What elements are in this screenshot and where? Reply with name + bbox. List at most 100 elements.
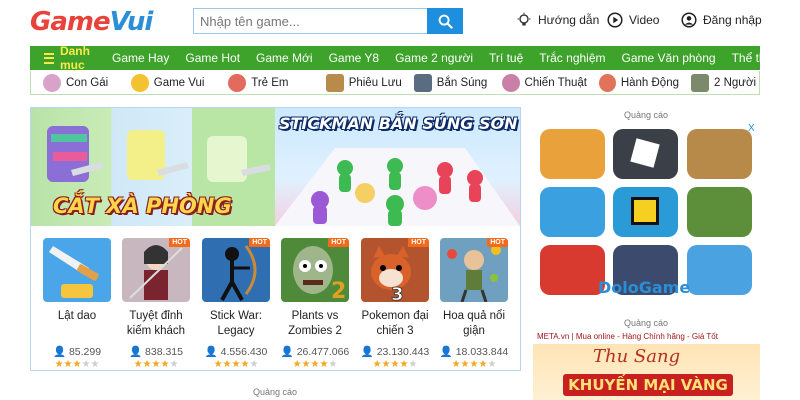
game-thumbnail: HOT 3 bbox=[361, 238, 429, 302]
minecraft-icon[interactable] bbox=[687, 187, 752, 237]
play-count-value: 85.299 bbox=[68, 346, 102, 358]
app-ad-grid[interactable] bbox=[540, 125, 760, 295]
nav-item-game-hot[interactable]: Game Hot bbox=[177, 51, 248, 65]
nav-item-game-y8[interactable]: Game Y8 bbox=[321, 51, 387, 65]
category-game-vui[interactable]: Game Vui bbox=[119, 73, 216, 92]
game-thumbnail: HOT bbox=[122, 238, 190, 302]
game-card[interactable]: HOT Stick War: Legacy 👤 4.556.430 ★★★★★ bbox=[201, 238, 271, 370]
hot-badge: HOT bbox=[408, 238, 429, 247]
search-button[interactable] bbox=[427, 8, 463, 34]
user-icon: 👤 bbox=[52, 346, 67, 358]
play-count: 👤 23.130.443 bbox=[360, 345, 430, 358]
category-label: Chiến Thuật bbox=[524, 76, 587, 89]
category-tre-em[interactable]: Trẻ Em bbox=[216, 73, 313, 92]
rise-of-kingdoms-icon[interactable] bbox=[687, 129, 752, 179]
category-2-nguoi[interactable]: 2 Người bbox=[679, 73, 759, 92]
roblox-icon[interactable] bbox=[613, 129, 678, 179]
play-count: 👤 4.556.430 bbox=[201, 345, 271, 358]
play-count: 👤 18.033.844 bbox=[439, 345, 509, 358]
nav-item-tri-tue[interactable]: Trí tuệ bbox=[481, 51, 531, 65]
hot-badge: HOT bbox=[169, 238, 190, 247]
banner3-script-text: Thu Sang bbox=[593, 346, 681, 367]
fortnite-icon[interactable] bbox=[687, 245, 752, 295]
nav-item-game-hay[interactable]: Game Hay bbox=[104, 51, 177, 65]
category-label: Con Gái bbox=[66, 76, 109, 89]
game-name: Stick War: Legacy bbox=[210, 310, 262, 337]
game-thumbnail: HOT bbox=[202, 238, 270, 302]
search-input[interactable] bbox=[193, 8, 427, 34]
category-menu-label: Danh mục bbox=[59, 44, 90, 72]
category-bar: Con Gái Game Vui Trẻ Em Phiêu Lưu Bắn Sú… bbox=[30, 71, 760, 95]
category-hanh-dong[interactable]: Hành Động bbox=[587, 73, 679, 92]
game-card[interactable]: HOT Hoa quả nổi giận 👤 18.033.844 ★★★★★ bbox=[439, 238, 509, 370]
featured-banner-cat-xa-phong[interactable]: CẮT XÀ PHÒNG bbox=[31, 108, 275, 226]
swordsman-art bbox=[129, 245, 183, 300]
video-link[interactable]: Video bbox=[607, 12, 659, 28]
nav-item-game-2-nguoi[interactable]: Game 2 người bbox=[387, 51, 481, 65]
geometry-dash-icon[interactable] bbox=[613, 187, 678, 237]
play-count-value: 838.315 bbox=[145, 346, 183, 358]
hot-badge: HOT bbox=[328, 238, 349, 247]
guide-link[interactable]: Hướng dẫn bbox=[516, 12, 599, 28]
map-icon bbox=[325, 73, 344, 92]
category-label: Game Vui bbox=[153, 76, 205, 89]
play-count: 👤 838.315 bbox=[121, 345, 191, 358]
user-icon: 👤 bbox=[439, 346, 453, 358]
category-label: 2 Người bbox=[714, 76, 757, 89]
category-ban-sung[interactable]: Bắn Súng bbox=[402, 73, 490, 92]
subway-surfers-icon[interactable] bbox=[540, 129, 605, 179]
banner3-promo-text: KHUYẾN MẠI VÀNG bbox=[563, 374, 733, 396]
category-label: Phiêu Lưu bbox=[348, 76, 402, 89]
among-us-icon[interactable] bbox=[540, 245, 605, 295]
game-name: Lật dao bbox=[57, 310, 97, 322]
banner-left-title: CẮT XÀ PHÒNG bbox=[53, 194, 232, 218]
game-card[interactable]: HOT 3 Pokemon đại chiến 3 👤 23.130.443 ★… bbox=[360, 238, 430, 370]
search-bar bbox=[193, 8, 463, 34]
ad-label-top: Quảng cáo bbox=[624, 110, 669, 120]
user-icon: 👤 bbox=[129, 346, 143, 358]
user-icon: 👤 bbox=[280, 346, 294, 358]
login-link[interactable]: Đăng nhập bbox=[681, 12, 762, 28]
rating-stars: ★★★★★ bbox=[292, 359, 338, 370]
category-con-gai[interactable]: Con Gái bbox=[31, 73, 119, 92]
strategy-icon bbox=[501, 73, 520, 92]
main-nav: Danh mục Game Hay Game Hot Game Mới Game… bbox=[30, 44, 779, 72]
category-menu-button[interactable]: Danh mục bbox=[30, 44, 104, 72]
dologame-brand[interactable]: DoloGame bbox=[598, 278, 690, 297]
fruit-warrior-art bbox=[447, 245, 501, 302]
game-name: Hoa quả nổi giận bbox=[442, 310, 506, 337]
game-card[interactable]: HOT 2 Plants vs Zombies 2 👤 26.477.066 ★… bbox=[280, 238, 350, 370]
nav-item-game-van-phong[interactable]: Game Văn phòng bbox=[614, 51, 724, 65]
banner3-top-text: META.vn | Mua online - Hàng Chính hãng -… bbox=[533, 332, 760, 344]
stickman-art bbox=[275, 148, 520, 226]
guide-link-label: Hướng dẫn bbox=[538, 13, 600, 27]
two-players-icon bbox=[691, 73, 709, 92]
logo-text-part2: Vui bbox=[109, 7, 154, 37]
game-card[interactable]: Lật dao 👤 85.299 ★★★★★ bbox=[42, 238, 112, 370]
nav-item-trac-nghiem[interactable]: Trắc nghiệm bbox=[531, 51, 613, 65]
site-logo[interactable]: Game Vui bbox=[30, 4, 170, 40]
smiley-icon bbox=[130, 73, 149, 92]
hot-badge: HOT bbox=[487, 238, 508, 247]
game-thumbnail: HOT bbox=[440, 238, 508, 302]
gun-icon bbox=[413, 73, 432, 92]
play-count-value: 23.130.443 bbox=[376, 346, 430, 358]
user-icon: 👤 bbox=[360, 346, 374, 358]
rating-stars: ★★★★★ bbox=[213, 359, 259, 370]
featured-banner-stickman[interactable]: STICKMAN BẮN SÚNG SƠN bbox=[275, 108, 520, 226]
category-phieu-luu[interactable]: Phiêu Lưu bbox=[314, 73, 402, 92]
game-name: Plants vs Zombies 2 bbox=[288, 310, 342, 337]
svg-text:2: 2 bbox=[331, 279, 346, 302]
category-chien-thuat[interactable]: Chiến Thuật bbox=[490, 73, 587, 92]
user-icon: 👤 bbox=[204, 346, 218, 358]
game-card[interactable]: HOT Tuyệt đỉnh kiếm khách 👤 838.315 ★★★★… bbox=[121, 238, 191, 370]
play-count-value: 18.033.844 bbox=[455, 346, 509, 358]
nav-item-game-moi[interactable]: Game Mới bbox=[248, 51, 321, 65]
nav-item-the-thao[interactable]: Thể thao bbox=[724, 51, 787, 65]
knife-art bbox=[49, 246, 99, 298]
play-count: 👤 85.299 bbox=[42, 345, 112, 358]
rating-stars: ★★★★★ bbox=[451, 359, 497, 370]
rating-stars: ★★★★★ bbox=[54, 359, 100, 370]
royal-match-icon[interactable] bbox=[540, 187, 605, 237]
meta-ad-banner[interactable]: META.vn | Mua online - Hàng Chính hãng -… bbox=[533, 332, 760, 400]
